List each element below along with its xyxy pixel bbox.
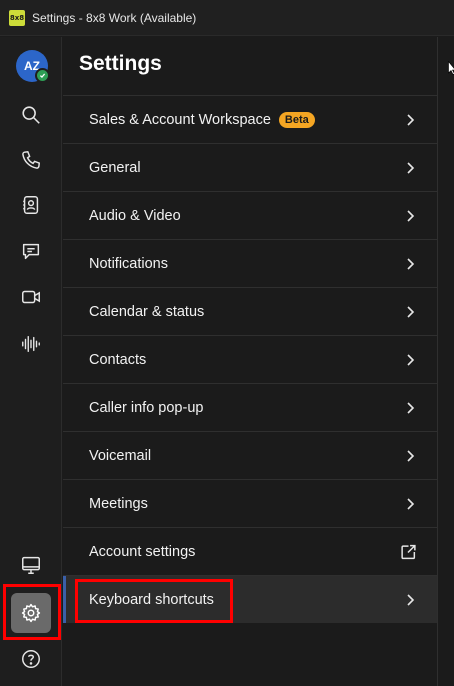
nav-rail: AZ bbox=[0, 37, 62, 686]
desktop-button[interactable] bbox=[11, 545, 51, 585]
meetings-button[interactable] bbox=[11, 277, 51, 317]
chevron-right-icon bbox=[407, 353, 415, 366]
settings-item-sales-workspace[interactable]: Sales & Account Workspace Beta bbox=[63, 95, 437, 143]
settings-button[interactable] bbox=[11, 593, 51, 633]
voice-button[interactable] bbox=[11, 324, 51, 364]
chevron-right-icon bbox=[407, 305, 415, 318]
detail-pane-edge bbox=[437, 37, 454, 686]
settings-item-label: Contacts bbox=[89, 351, 147, 368]
avatar[interactable]: AZ bbox=[16, 50, 50, 83]
settings-item-label: Notifications bbox=[89, 255, 168, 272]
chevron-right-icon bbox=[407, 209, 415, 222]
settings-item-calendar-status[interactable]: Calendar & status bbox=[63, 287, 437, 335]
external-link-icon bbox=[401, 544, 416, 559]
chevron-right-icon bbox=[407, 593, 415, 606]
waveform-icon bbox=[22, 335, 40, 353]
chevron-right-icon bbox=[407, 257, 415, 270]
settings-item-label: Caller info pop-up bbox=[89, 399, 204, 416]
monitor-icon bbox=[22, 556, 40, 574]
search-button[interactable] bbox=[11, 95, 51, 135]
settings-item-caller-info[interactable]: Caller info pop-up bbox=[63, 383, 437, 431]
settings-item-meetings[interactable]: Meetings bbox=[63, 479, 437, 527]
app-logo: 8x8 bbox=[9, 9, 25, 26]
presence-available-icon bbox=[35, 68, 50, 83]
contacts-button[interactable] bbox=[11, 185, 51, 225]
settings-item-label: Voicemail bbox=[89, 447, 152, 464]
chevron-right-icon bbox=[407, 449, 415, 462]
settings-item-label: Meetings bbox=[89, 495, 148, 512]
search-icon bbox=[22, 106, 40, 124]
settings-menu: Sales & Account Workspace Beta General A… bbox=[63, 95, 437, 623]
chat-icon bbox=[22, 243, 40, 260]
calls-button[interactable] bbox=[11, 140, 51, 180]
page-title: Settings bbox=[79, 52, 162, 75]
help-button[interactable] bbox=[11, 639, 51, 679]
settings-item-audio-video[interactable]: Audio & Video bbox=[63, 191, 437, 239]
settings-item-general[interactable]: General bbox=[63, 143, 437, 191]
settings-item-voicemail[interactable]: Voicemail bbox=[63, 431, 437, 479]
settings-item-label: Sales & Account Workspace bbox=[89, 111, 271, 128]
settings-item-contacts[interactable]: Contacts bbox=[63, 335, 437, 383]
chevron-right-icon bbox=[407, 161, 415, 174]
settings-item-label: Keyboard shortcuts bbox=[89, 591, 214, 608]
beta-badge: Beta bbox=[278, 111, 315, 128]
settings-item-label: Calendar & status bbox=[89, 303, 205, 320]
window-title: Settings - 8x8 Work (Available) bbox=[32, 10, 197, 25]
settings-item-account-settings[interactable]: Account settings bbox=[63, 527, 437, 575]
gear-icon bbox=[21, 603, 41, 623]
settings-item-label: Account settings bbox=[89, 543, 196, 560]
phone-icon bbox=[22, 150, 41, 169]
settings-item-label: Audio & Video bbox=[89, 207, 181, 224]
settings-item-label: General bbox=[89, 159, 141, 176]
video-camera-icon bbox=[22, 290, 40, 304]
mouse-cursor-icon bbox=[448, 61, 454, 75]
window-titlebar: 8x8 Settings - 8x8 Work (Available) bbox=[0, 0, 454, 36]
chevron-right-icon bbox=[407, 113, 415, 126]
settings-item-notifications[interactable]: Notifications bbox=[63, 239, 437, 287]
chevron-right-icon bbox=[407, 401, 415, 414]
messages-button[interactable] bbox=[11, 231, 51, 271]
chevron-right-icon bbox=[407, 497, 415, 510]
settings-panel: Settings Sales & Account Workspace Beta … bbox=[63, 37, 437, 686]
settings-item-keyboard-shortcuts[interactable]: Keyboard shortcuts bbox=[63, 575, 437, 623]
help-icon bbox=[22, 650, 40, 668]
contact-card-icon bbox=[23, 196, 39, 214]
